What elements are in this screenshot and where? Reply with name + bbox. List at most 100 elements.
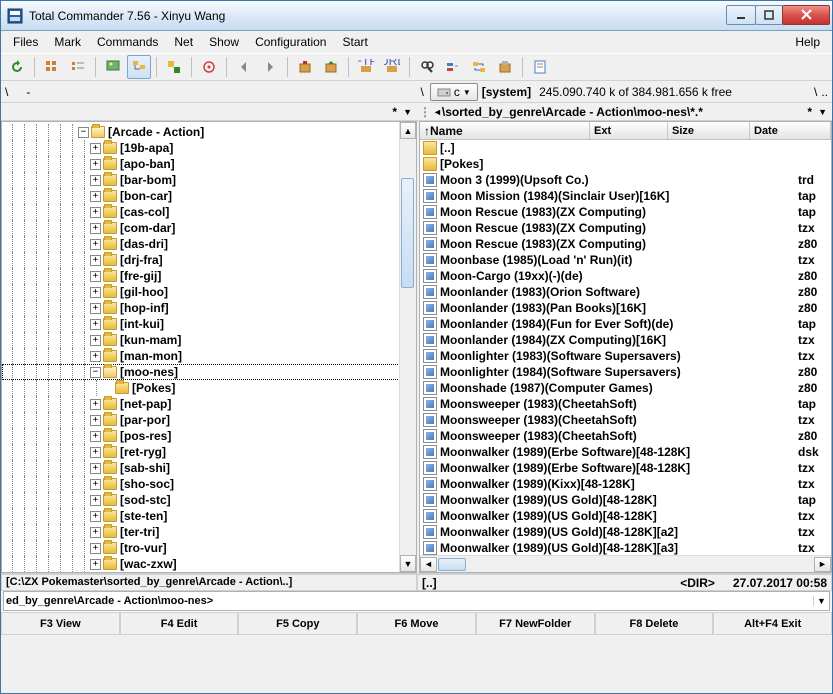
expander-icon[interactable]: + — [90, 415, 101, 426]
menu-files[interactable]: Files — [5, 33, 46, 51]
file-row[interactable]: Moonwalker (1989)(US Gold)[48-128K][a3]t… — [420, 540, 831, 555]
expander-icon[interactable]: + — [90, 527, 101, 538]
f8-delete-button[interactable]: F8 Delete — [595, 612, 714, 635]
expander-icon[interactable]: + — [90, 303, 101, 314]
tree-node[interactable]: +[ste-ten] — [2, 508, 416, 524]
left-path-bar[interactable]: * ▼ — [1, 103, 417, 121]
expander-icon[interactable]: + — [90, 223, 101, 234]
file-row[interactable]: Moonwalker (1989)(Erbe Software)[48-128K… — [420, 460, 831, 476]
chevron-down-icon[interactable]: ▼ — [400, 107, 415, 117]
expander-icon[interactable]: + — [90, 351, 101, 362]
file-row[interactable]: Moon Rescue (1983)(ZX Computing)tzx — [420, 220, 831, 236]
scroll-left-icon[interactable]: ◄ — [420, 557, 437, 572]
file-row[interactable]: Moon Rescue (1983)(ZX Computing)tap — [420, 204, 831, 220]
tree-node[interactable]: +[gil-hoo] — [2, 284, 416, 300]
brief-view-icon[interactable] — [40, 55, 64, 79]
tree-node[interactable]: +[int-kui] — [2, 316, 416, 332]
forward-icon[interactable] — [258, 55, 282, 79]
vertical-scrollbar[interactable]: ▲ ▼ — [399, 122, 416, 572]
tree-node[interactable]: +[wac-zxw] — [2, 556, 416, 572]
expander-icon[interactable]: + — [90, 271, 101, 282]
file-row[interactable]: Moonbase (1985)(Load 'n' Run)(it)tzx — [420, 252, 831, 268]
chevron-left-icon[interactable]: ◄ — [433, 107, 442, 117]
expander-icon[interactable]: + — [90, 335, 101, 346]
expander-icon[interactable]: + — [90, 207, 101, 218]
menu-mark[interactable]: Mark — [46, 33, 89, 51]
file-row[interactable]: Moonsweeper (1983)(CheetahSoft)tzx — [420, 412, 831, 428]
tree-node[interactable]: −[moo-nes] — [2, 364, 416, 380]
expander-icon[interactable]: − — [90, 367, 101, 378]
multi-rename-icon[interactable] — [441, 55, 465, 79]
tree-node[interactable]: +[cas-col] — [2, 204, 416, 220]
chevron-down-icon[interactable]: ▼ — [815, 107, 830, 117]
col-size[interactable]: Size — [668, 122, 750, 139]
f5-copy-button[interactable]: F5 Copy — [238, 612, 357, 635]
file-row[interactable]: Moonwalker (1989)(Erbe Software)[48-128K… — [420, 444, 831, 460]
tree-node[interactable]: +[19b-apa] — [2, 140, 416, 156]
drive-button-c[interactable]: c ▼ — [430, 83, 478, 101]
f3-view-button[interactable]: F3 View — [1, 612, 120, 635]
expander-icon[interactable]: + — [90, 319, 101, 330]
full-view-icon[interactable] — [66, 55, 90, 79]
scroll-thumb[interactable] — [401, 178, 414, 288]
file-row[interactable]: Moonwalker (1989)(US Gold)[48-128K][a2]t… — [420, 524, 831, 540]
ftp-icon[interactable] — [197, 55, 221, 79]
expander-icon[interactable]: + — [90, 447, 101, 458]
command-line[interactable]: ed_by_genre\Arcade - Action\moo-nes> ▼ — [3, 591, 830, 611]
expander-icon[interactable]: + — [90, 287, 101, 298]
maximize-button[interactable] — [755, 5, 783, 25]
expander-icon[interactable]: + — [90, 191, 101, 202]
close-button[interactable] — [782, 5, 830, 25]
tree-node[interactable]: +[kun-mam] — [2, 332, 416, 348]
root-button[interactable]: \ — [810, 85, 821, 99]
ftp-new-icon[interactable]: URL — [380, 55, 404, 79]
tree-node[interactable]: −[Arcade - Action] — [2, 124, 416, 140]
tree-node[interactable]: +[hop-inf] — [2, 300, 416, 316]
file-row[interactable]: [..] — [420, 140, 831, 156]
f7-newfolder-button[interactable]: F7 NewFolder — [476, 612, 595, 635]
expander-icon[interactable]: + — [90, 159, 101, 170]
file-row[interactable]: Moonwalker (1989)(US Gold)[48-128K]tzx — [420, 508, 831, 524]
invert-selection-icon[interactable] — [162, 55, 186, 79]
left-tree[interactable]: −[Arcade - Action]+[19b-apa]+[apo-ban]+[… — [2, 122, 416, 572]
expander-icon[interactable]: + — [90, 175, 101, 186]
expander-icon[interactable]: + — [90, 463, 101, 474]
file-row[interactable]: Moon 3 (1999)(Upsoft Co.)trd — [420, 172, 831, 188]
file-row[interactable]: Moon Mission (1984)(Sinclair User)[16K]t… — [420, 188, 831, 204]
tree-node[interactable]: +[bar-bom] — [2, 172, 416, 188]
tree-node[interactable]: +[das-dri] — [2, 236, 416, 252]
col-name[interactable]: ↑Name — [420, 122, 590, 139]
tree-node[interactable]: +[ter-tri] — [2, 524, 416, 540]
unpack-icon[interactable] — [319, 55, 343, 79]
tree-node[interactable]: +[sho-soc] — [2, 476, 416, 492]
tree-node[interactable]: +[man-mon] — [2, 348, 416, 364]
ftp-connect-icon[interactable]: FTP — [354, 55, 378, 79]
expander-icon[interactable]: + — [90, 399, 101, 410]
expander-icon[interactable]: + — [90, 239, 101, 250]
notepad-icon[interactable] — [528, 55, 552, 79]
tree-node[interactable]: +[com-dar] — [2, 220, 416, 236]
menu-start[interactable]: Start — [334, 33, 375, 51]
file-row[interactable]: [Pokes] — [420, 156, 831, 172]
tree-node[interactable]: +[fre-gij] — [2, 268, 416, 284]
scroll-down-icon[interactable]: ▼ — [400, 555, 416, 572]
expander-icon[interactable]: + — [90, 511, 101, 522]
f6-move-button[interactable]: F6 Move — [357, 612, 476, 635]
up-button-small[interactable]: .. — [821, 85, 828, 99]
tree-node[interactable]: +[sab-shi] — [2, 460, 416, 476]
right-path-bar[interactable]: ⋮ ◄ \sorted_by_genre\Arcade - Action\moo… — [417, 103, 832, 121]
altf4-exit-button[interactable]: Alt+F4 Exit — [713, 612, 832, 635]
refresh-icon[interactable] — [5, 55, 29, 79]
tree-node[interactable]: +[drj-fra] — [2, 252, 416, 268]
menu-show[interactable]: Show — [201, 33, 247, 51]
expander-icon[interactable]: + — [90, 255, 101, 266]
history-button[interactable]: * — [804, 105, 815, 119]
expander-icon[interactable]: + — [90, 143, 101, 154]
tree-node[interactable]: +[pos-res] — [2, 428, 416, 444]
menu-commands[interactable]: Commands — [89, 33, 166, 51]
file-row[interactable]: Moon Rescue (1983)(ZX Computing)z80 — [420, 236, 831, 252]
tree-view-icon[interactable] — [127, 55, 151, 79]
file-row[interactable]: Moonwalker (1989)(Kixx)[48-128K]tzx — [420, 476, 831, 492]
back-icon[interactable] — [232, 55, 256, 79]
file-row[interactable]: Moonsweeper (1983)(CheetahSoft)tap — [420, 396, 831, 412]
